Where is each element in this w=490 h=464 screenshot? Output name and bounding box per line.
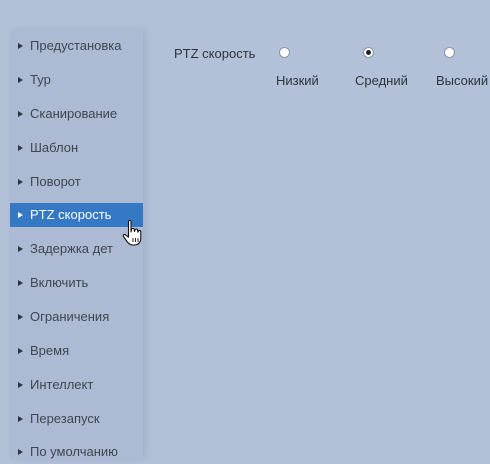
- speed-high-radio[interactable]: [444, 47, 455, 58]
- caret-right-icon: [18, 145, 23, 151]
- caret-right-icon: [18, 348, 23, 354]
- speed-high-label[interactable]: Высокий: [436, 73, 488, 88]
- caret-right-icon: [18, 246, 23, 252]
- caret-right-icon: [18, 416, 23, 422]
- caret-right-icon: [18, 280, 23, 286]
- speed-medium-radio[interactable]: [363, 47, 374, 58]
- speed-low-label[interactable]: Низкий: [276, 73, 319, 88]
- caret-right-icon: [18, 179, 23, 185]
- caret-right-icon: [18, 382, 23, 388]
- sidebar-item-label: По умолчанию: [30, 444, 118, 459]
- caret-right-icon: [18, 314, 23, 320]
- speed-medium-label[interactable]: Средний: [355, 73, 408, 88]
- sidebar-item-label: Время: [30, 343, 70, 358]
- sidebar-item-tour[interactable]: Тур: [10, 68, 143, 92]
- sidebar-item-time[interactable]: Время: [10, 339, 143, 363]
- sidebar-item-label: Шаблон: [30, 140, 79, 155]
- caret-right-icon: [18, 212, 23, 218]
- sidebar-item-label: Предустановка: [30, 38, 122, 53]
- sidebar-item-label: Сканирование: [30, 106, 118, 121]
- sidebar-item-default[interactable]: По умолчанию: [10, 440, 143, 464]
- caret-right-icon: [18, 77, 23, 83]
- sidebar-item-intelligence[interactable]: Интеллект: [10, 373, 143, 397]
- sidebar-item-rotation[interactable]: Поворот: [10, 170, 143, 194]
- hand-pointer-icon: [122, 219, 142, 246]
- ptz-speed-label: PTZ скорость: [174, 46, 256, 61]
- sidebar-item-scan[interactable]: Сканирование: [10, 102, 143, 126]
- sidebar-item-label: Тур: [30, 72, 51, 87]
- sidebar-item-label: Перезапуск: [30, 411, 100, 426]
- caret-right-icon: [18, 43, 23, 49]
- sidebar-item-enable[interactable]: Включить: [10, 271, 143, 295]
- radio-selected-dot: [366, 50, 371, 55]
- sidebar-item-label: Интеллект: [30, 377, 94, 392]
- sidebar-item-label: PTZ скорость: [30, 207, 112, 222]
- sidebar-item-preset[interactable]: Предустановка: [10, 34, 143, 58]
- sidebar-item-label: Поворот: [30, 174, 81, 189]
- sidebar-item-label: Задержка дет: [30, 241, 113, 256]
- speed-low-radio[interactable]: [279, 47, 290, 58]
- caret-right-icon: [18, 111, 23, 117]
- sidebar-item-restart[interactable]: Перезапуск: [10, 407, 143, 431]
- sidebar-item-limits[interactable]: Ограничения: [10, 305, 143, 329]
- sidebar-item-label: Включить: [30, 275, 89, 290]
- caret-right-icon: [18, 449, 23, 455]
- sidebar-item-label: Ограничения: [30, 309, 110, 324]
- sidebar-item-pattern[interactable]: Шаблон: [10, 136, 143, 160]
